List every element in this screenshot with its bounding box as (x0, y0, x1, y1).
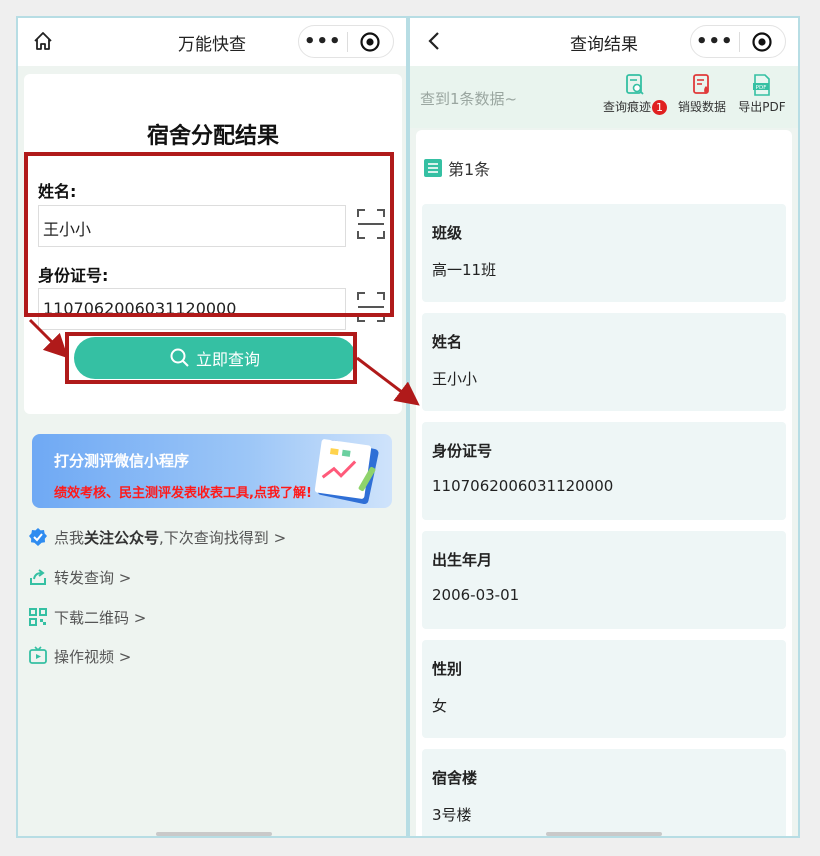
arrow-button-to-results (356, 356, 420, 406)
arrow-form-to-button (28, 318, 69, 359)
annotation-arrows (28, 318, 420, 406)
